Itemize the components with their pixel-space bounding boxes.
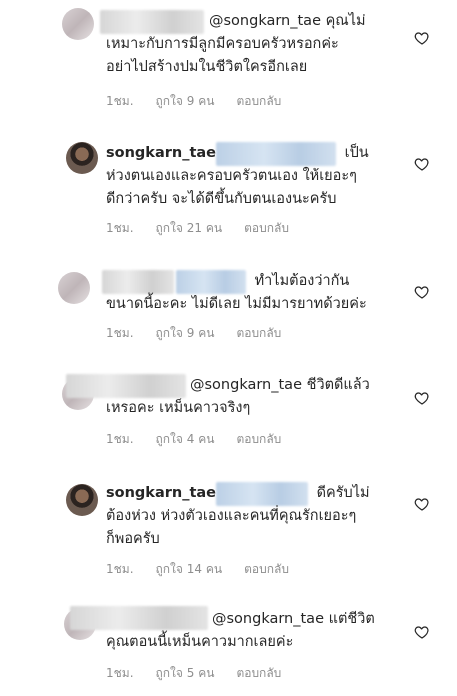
comment-meta: 1ชม. ถูกใจ 21 คน ตอบกลับ (106, 219, 311, 238)
reply-button[interactable]: ตอบกลับ (236, 666, 281, 680)
timestamp: 1ชม. (106, 221, 134, 235)
comment-text: @songkarn_tae คุณไม่ เหมาะกับการมีลูกมีค… (106, 13, 366, 75)
like-count[interactable]: ถูกใจ 9 คน (156, 94, 215, 108)
reply-button[interactable]: ตอบกลับ (236, 432, 281, 446)
heart-outline-icon[interactable] (414, 624, 430, 640)
comment-meta: 1ชม. ถูกใจ 9 คน ตอบกลับ (106, 92, 303, 111)
comment-meta: 1ชม. ถูกใจ 14 คน ตอบกลับ (106, 560, 311, 579)
timestamp: 1ชม. (106, 94, 134, 108)
mention-link[interactable]: @songkarn_tae (209, 13, 321, 29)
like-count[interactable]: ถูกใจ 9 คน (156, 326, 215, 340)
reply-button[interactable]: ตอบกลับ (244, 562, 289, 576)
comment-text: ทำไมต้องว่ากัน ขนาดนี้อะคะ ไม่ดีเลย ไม่ม… (106, 273, 367, 312)
reply-button[interactable]: ตอบกลับ (236, 326, 281, 340)
avatar[interactable] (66, 142, 98, 174)
reply-button[interactable]: ตอบกลับ (236, 94, 281, 108)
like-count[interactable]: ถูกใจ 21 คน (156, 221, 223, 235)
mention-link[interactable]: @songkarn_tae (190, 377, 302, 393)
heart-outline-icon[interactable] (414, 496, 430, 512)
comment-username[interactable]: songkarn_tae (106, 485, 216, 501)
comment-text: @songkarn_tae แต่ชีวิต คุณตอนนี้เหม็นคาว… (106, 611, 375, 650)
timestamp: 1ชม. (106, 432, 134, 446)
comment-text: songkarn_tae เป็น ห่วงตนเองและครอบครัวตน… (106, 145, 369, 207)
comment-meta: 1ชม. ถูกใจ 9 คน ตอบกลับ (106, 324, 303, 343)
heart-outline-icon[interactable] (414, 390, 430, 406)
comment-meta: 1ชม. ถูกใจ 5 คน ตอบกลับ (106, 664, 303, 683)
heart-outline-icon[interactable] (414, 30, 430, 46)
mention-link[interactable]: @songkarn_tae (212, 611, 324, 627)
comment-text: songkarn_tae ดีครับไม่ ต้องห่วง ห่วงตัวเ… (106, 485, 370, 547)
avatar[interactable] (58, 272, 90, 304)
avatar[interactable] (62, 8, 94, 40)
comment-username[interactable]: songkarn_tae (106, 145, 216, 161)
like-count[interactable]: ถูกใจ 14 คน (156, 562, 223, 576)
avatar[interactable] (66, 484, 98, 516)
reply-button[interactable]: ตอบกลับ (244, 221, 289, 235)
comment-meta: 1ชม. ถูกใจ 4 คน ตอบกลับ (106, 430, 303, 449)
like-count[interactable]: ถูกใจ 4 คน (156, 432, 215, 446)
heart-outline-icon[interactable] (414, 156, 430, 172)
like-count[interactable]: ถูกใจ 5 คน (156, 666, 215, 680)
timestamp: 1ชม. (106, 562, 134, 576)
timestamp: 1ชม. (106, 326, 134, 340)
heart-outline-icon[interactable] (414, 284, 430, 300)
comment-text: @songkarn_tae ชีวิตดีแล้ว เหรอคะ เหม็นคา… (106, 377, 370, 416)
timestamp: 1ชม. (106, 666, 134, 680)
